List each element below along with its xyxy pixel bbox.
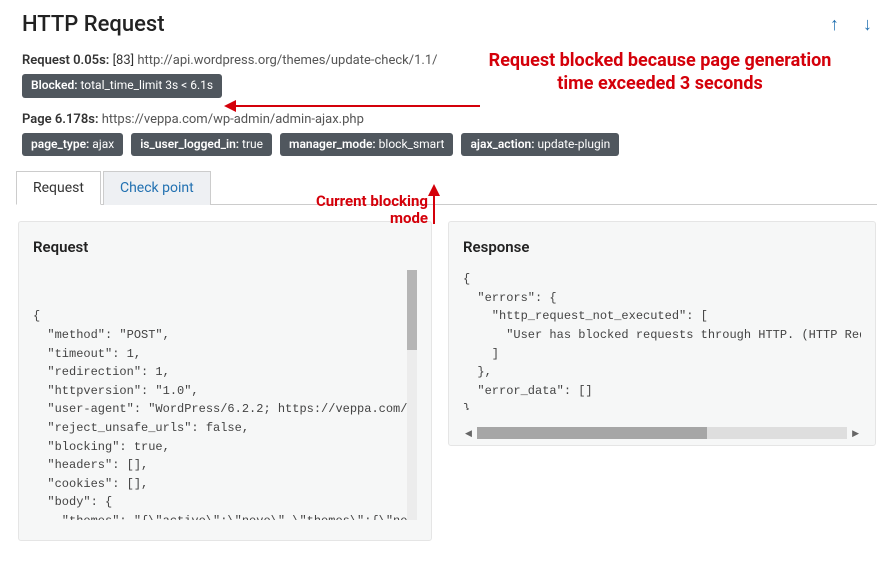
blocked-badge-key: Blocked: (31, 78, 77, 92)
tab-bar: Request Check point (16, 170, 877, 205)
tab-request[interactable]: Request (16, 171, 101, 205)
request-meta-label: Request 0.05s: (22, 53, 109, 68)
page-meta-label: Page 6.178s: (22, 112, 99, 127)
page-meta-line: Page 6.178s: https://veppa.com/wp-admin/… (22, 112, 872, 127)
blocked-badge-row: Blocked: total_time_limit 3s < 6.1s (22, 74, 872, 98)
request-code: { "method": "POST", "timeout": 1, "redir… (33, 307, 417, 520)
meta-section: Request 0.05s: [83] http://api.wordpress… (0, 41, 894, 156)
hscroll-thumb[interactable] (477, 427, 707, 439)
hscroll-left-icon[interactable]: ◀ (465, 429, 472, 439)
request-code-area[interactable]: { "method": "POST", "timeout": 1, "redir… (33, 270, 417, 520)
request-meta-id: [83] (113, 53, 135, 68)
badge-ajax-action: ajax_action: update-plugin (461, 133, 619, 157)
request-meta-url: http://api.wordpress.org/themes/update-c… (137, 53, 437, 68)
request-panel: Request { "method": "POST", "timeout": 1… (18, 221, 432, 541)
hscroll-right-icon[interactable]: ▶ (852, 429, 859, 439)
page-title: HTTP Request (22, 12, 165, 37)
response-hscroll[interactable]: ◀ ▶ (463, 426, 861, 440)
blocked-badge: Blocked: total_time_limit 3s < 6.1s (22, 74, 222, 98)
header-row: HTTP Request ↑ ↓ (0, 0, 894, 41)
request-meta-line: Request 0.05s: [83] http://api.wordpress… (22, 53, 872, 68)
request-vscroll-thumb[interactable] (407, 270, 417, 350)
request-vscroll[interactable] (407, 270, 417, 520)
panels: Request { "method": "POST", "timeout": 1… (0, 205, 894, 541)
request-panel-title: Request (33, 238, 417, 256)
badge-logged-in: is_user_logged_in: true (131, 133, 272, 157)
badge-page-type: page_type: ajax (22, 133, 123, 157)
blocked-badge-value: total_time_limit 3s < 6.1s (80, 78, 213, 92)
page-meta-url: https://veppa.com/wp-admin/admin-ajax.ph… (102, 112, 364, 127)
arrow-up-icon[interactable]: ↑ (830, 14, 839, 35)
arrow-down-icon[interactable]: ↓ (863, 14, 872, 35)
response-panel: Response { "errors": { "http_request_not… (448, 221, 876, 446)
response-code: { "errors": { "http_request_not_executed… (463, 270, 861, 410)
nav-arrows: ↑ ↓ (830, 14, 872, 35)
badge-manager-mode: manager_mode: block_smart (280, 133, 453, 157)
response-panel-title: Response (463, 238, 861, 256)
tab-checkpoint[interactable]: Check point (103, 171, 211, 205)
page-badge-row: page_type: ajax is_user_logged_in: true … (22, 133, 872, 157)
